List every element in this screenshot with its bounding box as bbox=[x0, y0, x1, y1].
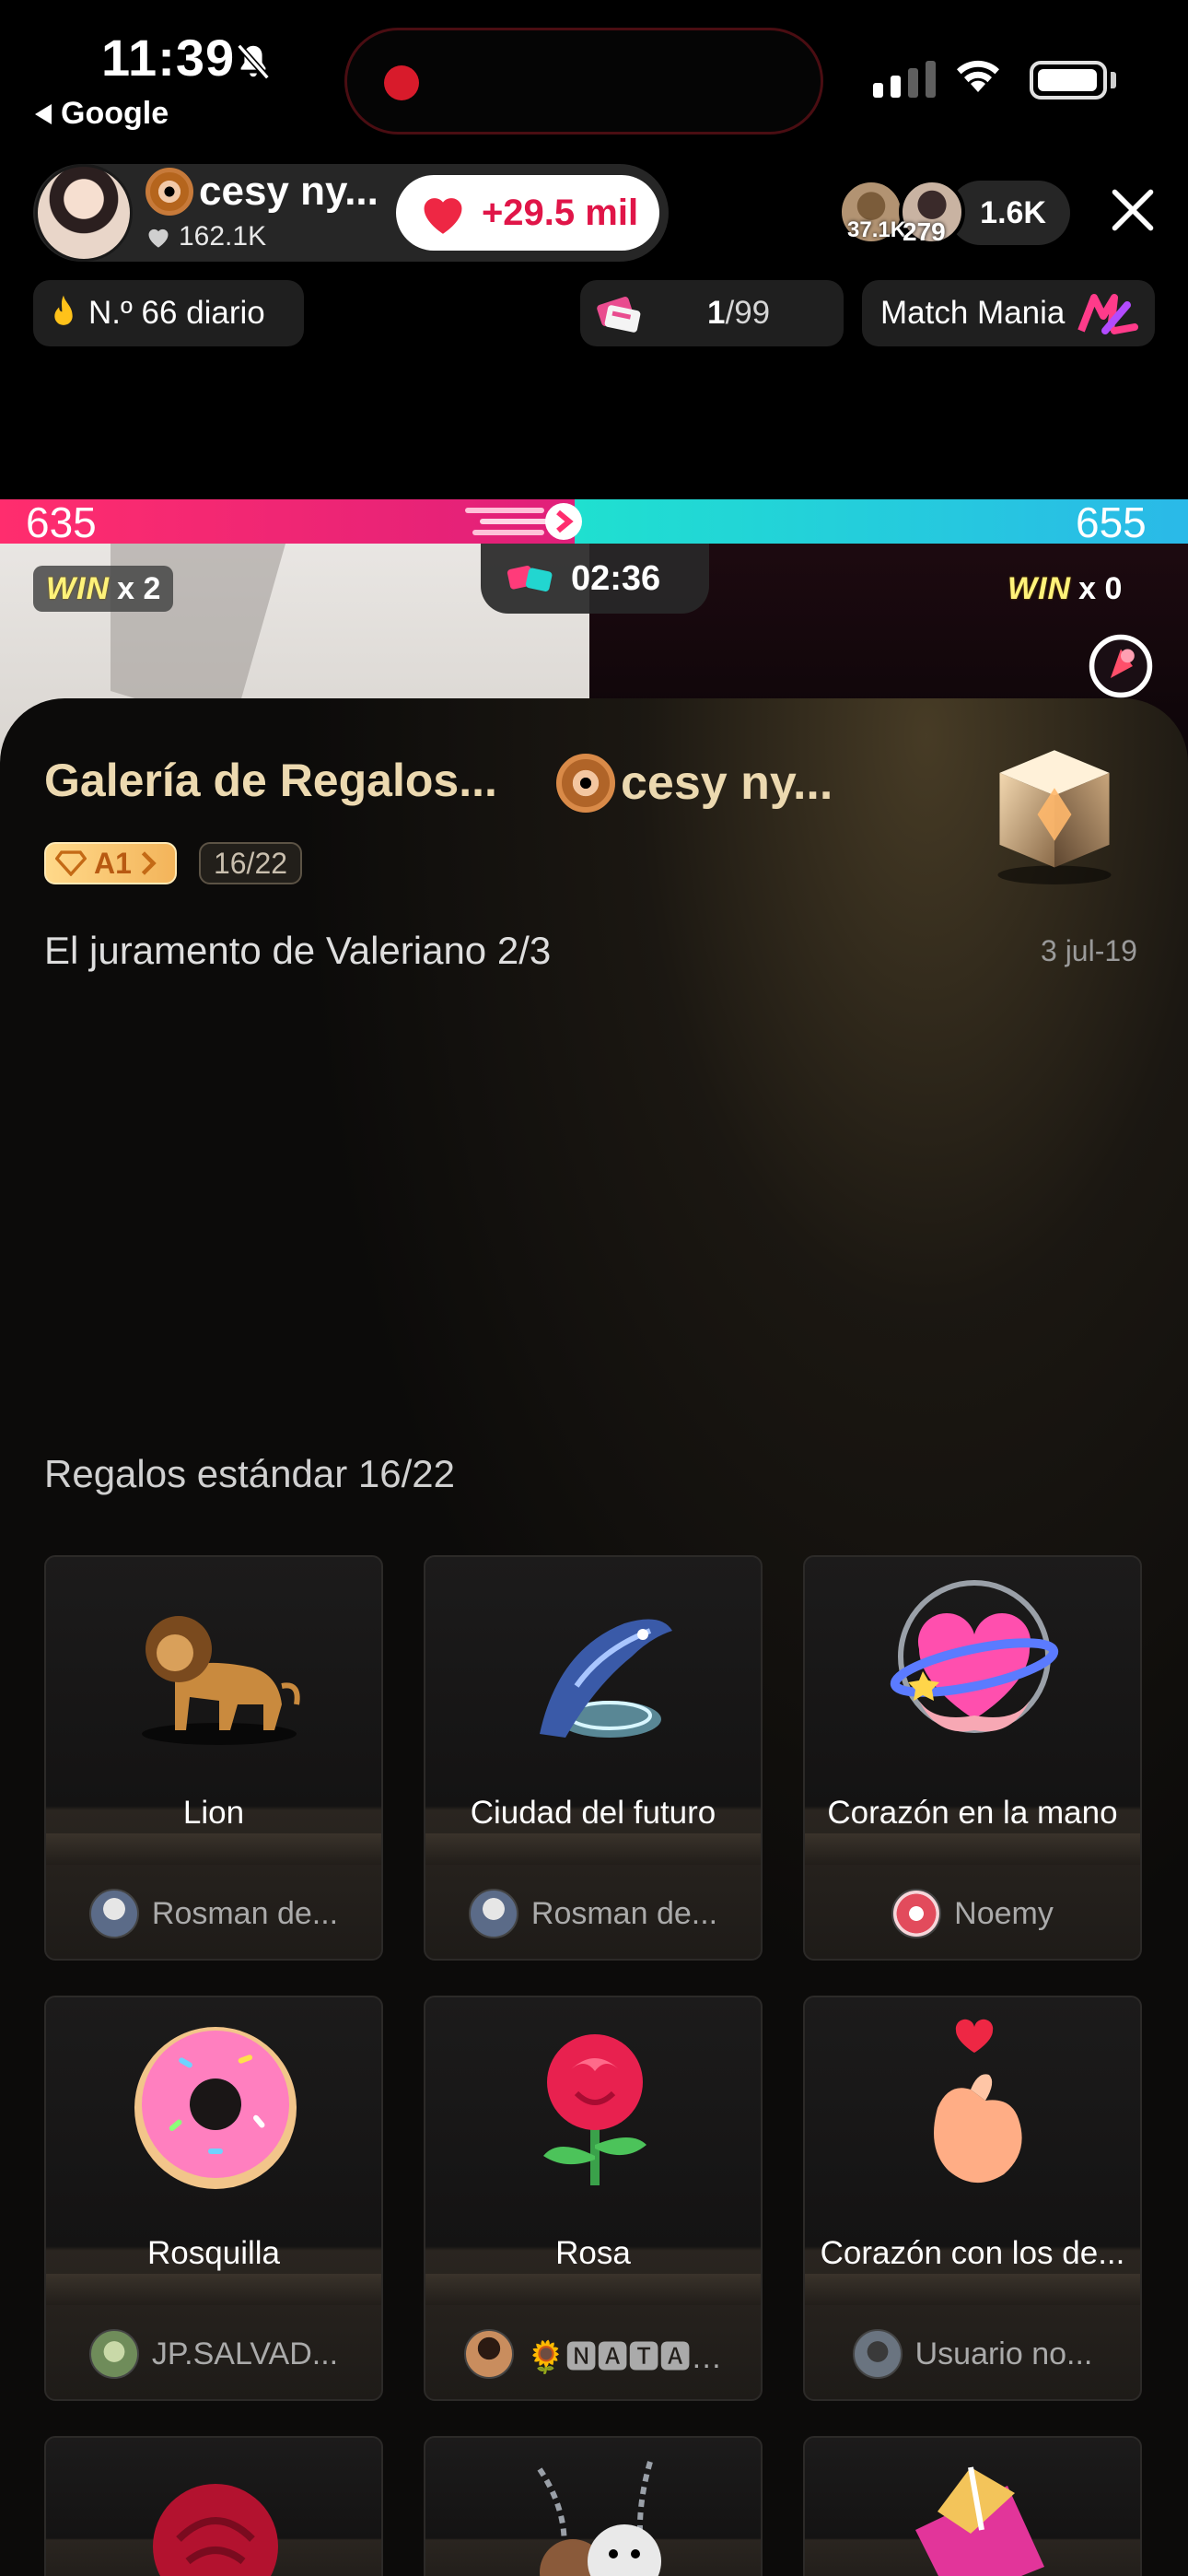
viewer-count-button[interactable]: 1.6K bbox=[949, 181, 1070, 245]
red-rose-bouquet-icon bbox=[153, 2484, 278, 2576]
host-avatar[interactable] bbox=[35, 164, 133, 262]
gallery-subtitle[interactable]: El juramento de Valeriano 2/3 bbox=[44, 929, 551, 973]
gift-name: Corazón con los de... bbox=[820, 2235, 1125, 2271]
gift-name: Ciudad del futuro bbox=[470, 1795, 716, 1831]
gift-name: Rosa bbox=[555, 2235, 631, 2271]
gift-card-lion[interactable]: Lion Rosman de... bbox=[44, 1555, 383, 1961]
gift-total-text: +29.5 mil bbox=[481, 192, 639, 233]
gallery-cube-icon bbox=[997, 750, 1112, 884]
status-time: 11:39 bbox=[101, 29, 236, 87]
win-streak-left: WIN x 2 bbox=[33, 566, 174, 612]
bell-muted-icon bbox=[237, 43, 270, 80]
gallery-host-name[interactable]: cesy ny... bbox=[556, 754, 833, 813]
ticket-icon bbox=[597, 297, 641, 333]
finger-heart-icon bbox=[934, 2019, 1022, 2184]
rose-icon bbox=[543, 2034, 646, 2185]
gift-top-sender[interactable]: Usuario no... bbox=[805, 2329, 1140, 2379]
gift-card-corazon-con-los-dedos[interactable]: Corazón con los de... Usuario no... bbox=[803, 1996, 1142, 2401]
battery-icon bbox=[1030, 61, 1107, 100]
gift-top-sender[interactable]: JP.SALVAD... bbox=[46, 2329, 381, 2379]
gift-card-rosquilla[interactable]: Rosquilla JP.SALVAD... bbox=[44, 1996, 383, 2401]
back-arrow-icon bbox=[35, 103, 52, 124]
sender-avatar bbox=[852, 2329, 903, 2379]
gift-card-rosa[interactable]: Rosa 🌻🅽🅰🆃🅰… bbox=[424, 1996, 763, 2401]
heart-in-hand-icon bbox=[890, 1580, 1059, 1733]
battle-timer: 02:36 bbox=[481, 544, 709, 614]
match-mania-button[interactable]: Match Mania bbox=[862, 280, 1155, 346]
gallery-progress-badge: 16/22 bbox=[199, 842, 302, 884]
battle-score-bar bbox=[0, 499, 1188, 544]
recording-dot-icon bbox=[384, 65, 419, 100]
gift-card-corazon-en-la-mano[interactable]: Corazón en la mano Noemy bbox=[803, 1555, 1142, 1961]
gallery-level-badge[interactable]: A1 bbox=[44, 842, 177, 884]
donut-icon bbox=[134, 2027, 297, 2189]
gallery-date: 3 jul-19 bbox=[1041, 934, 1137, 967]
host-name[interactable]: cesy ny... bbox=[146, 168, 379, 216]
top-viewer-2-score: 279 bbox=[903, 217, 946, 246]
battle-timer-text: 02:36 bbox=[571, 558, 661, 598]
sender-avatar bbox=[88, 1889, 139, 1938]
cellular-signal-icon bbox=[873, 61, 936, 98]
wifi-icon bbox=[957, 60, 999, 92]
diamond-icon bbox=[55, 850, 87, 876]
host-name-text: cesy ny... bbox=[199, 169, 379, 214]
match-mania-logo-icon bbox=[1077, 294, 1139, 334]
gift-card-ciudad-del-futuro[interactable]: Ciudad del futuro Rosman de... bbox=[424, 1555, 763, 1961]
ticket-count: 1/99 bbox=[707, 295, 771, 331]
gift-card-row3-1[interactable] bbox=[44, 2436, 383, 2576]
gift-top-sender[interactable]: Rosman de... bbox=[46, 1889, 381, 1938]
close-icon[interactable] bbox=[1109, 186, 1157, 234]
bears-with-chains-icon bbox=[537, 2461, 661, 2576]
ticket-counter-pill[interactable]: 1/99 bbox=[580, 280, 844, 346]
gift-top-sender[interactable]: Rosman de... bbox=[425, 1889, 761, 1938]
battle-score-left: 635 bbox=[26, 498, 97, 546]
gift-box-bouquet-icon bbox=[915, 2466, 1044, 2576]
match-mania-label: Match Mania bbox=[880, 295, 1066, 331]
top-viewer-1-score: 37.1K bbox=[847, 217, 907, 242]
win-streak-right: WIN x 0 bbox=[1007, 570, 1123, 606]
gift-name: Rosquilla bbox=[147, 2235, 280, 2271]
gallery-title: Galería de Regalos... bbox=[44, 755, 497, 806]
lion-icon bbox=[142, 1616, 300, 1745]
back-app-label: Google bbox=[61, 96, 169, 131]
red-heart-icon bbox=[424, 198, 462, 234]
sender-avatar bbox=[88, 2329, 139, 2379]
gift-name: Lion bbox=[182, 1795, 245, 1831]
future-city-icon bbox=[540, 1619, 672, 1738]
versus-icon bbox=[507, 566, 553, 591]
battle-score-right: 655 bbox=[1076, 498, 1147, 546]
daily-ranking-pill[interactable]: N.º 66 diario bbox=[33, 280, 304, 346]
sender-avatar bbox=[468, 1889, 518, 1938]
donut-badge-icon bbox=[556, 754, 615, 813]
heart-icon bbox=[148, 228, 169, 248]
standard-gifts-section-title: Regalos estándar 16/22 bbox=[44, 1452, 455, 1495]
battle-streak-arrow-icon bbox=[465, 503, 582, 540]
sender-avatar bbox=[463, 2329, 514, 2379]
gift-total-button[interactable]: +29.5 mil bbox=[396, 175, 659, 251]
gift-top-sender[interactable]: 🌻🅽🅰🆃🅰… bbox=[425, 2329, 761, 2379]
gift-top-sender[interactable]: Noemy bbox=[805, 1889, 1140, 1938]
donut-badge-icon bbox=[146, 168, 193, 216]
gift-card-row3-3[interactable] bbox=[803, 2436, 1142, 2576]
gift-booster-icon[interactable] bbox=[1087, 632, 1155, 700]
host-likes: 162.1K bbox=[146, 221, 266, 252]
back-to-google-link[interactable]: Google bbox=[35, 96, 169, 132]
flame-icon bbox=[54, 295, 73, 325]
chevron-right-icon bbox=[141, 851, 157, 875]
gift-card-row3-2[interactable] bbox=[424, 2436, 763, 2576]
daily-rank-text: N.º 66 diario bbox=[88, 295, 265, 331]
host-likes-count: 162.1K bbox=[179, 221, 267, 252]
sender-avatar bbox=[891, 1889, 942, 1938]
dynamic-island bbox=[344, 28, 823, 135]
gift-name: Corazón en la mano bbox=[827, 1795, 1118, 1831]
